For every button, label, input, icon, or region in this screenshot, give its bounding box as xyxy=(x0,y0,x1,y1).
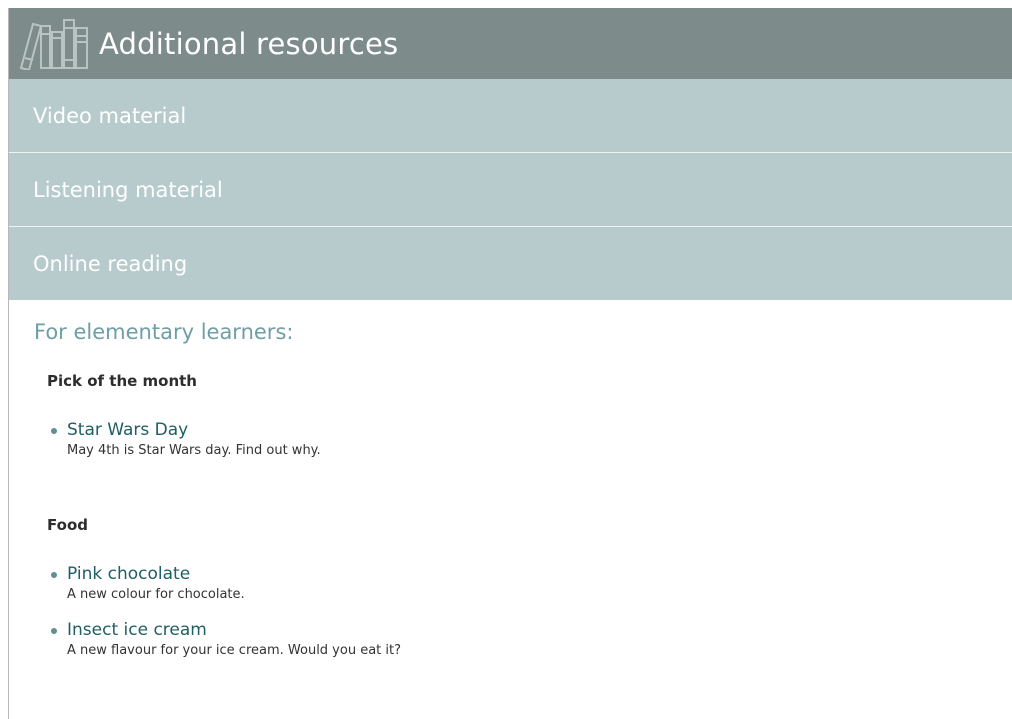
section-food: Food Pink chocolate A new colour for cho… xyxy=(47,516,1012,660)
bullet-icon xyxy=(51,572,57,578)
resource-link-insect-ice-cream[interactable]: Insect ice cream xyxy=(67,618,1012,642)
accordion-online-reading[interactable]: Online reading xyxy=(9,227,1012,300)
list-item: Pink chocolate A new colour for chocolat… xyxy=(47,562,1012,604)
accordion-label: Video material xyxy=(33,103,187,128)
resource-description: A new colour for chocolate. xyxy=(67,587,245,602)
online-reading-content: For elementary learners: Pick of the mon… xyxy=(9,300,1012,660)
level-heading: For elementary learners: xyxy=(34,320,294,344)
section-pick-of-the-month: Pick of the month Star Wars Day May 4th … xyxy=(47,372,1012,460)
resource-link-pink-chocolate[interactable]: Pink chocolate xyxy=(67,562,1012,586)
resources-panel: Additional resources Video material List… xyxy=(8,8,1012,719)
resource-description: May 4th is Star Wars day. Find out why. xyxy=(67,443,321,458)
bullet-icon xyxy=(51,428,57,434)
books-icon xyxy=(19,18,91,70)
resource-list: Pink chocolate A new colour for chocolat… xyxy=(47,562,1012,660)
accordion-video-material[interactable]: Video material xyxy=(9,79,1012,152)
resource-link-star-wars-day[interactable]: Star Wars Day xyxy=(67,418,1012,442)
accordion-label: Online reading xyxy=(33,251,188,276)
accordion-label: Listening material xyxy=(33,177,223,202)
resource-description: A new flavour for your ice cream. Would … xyxy=(67,643,402,658)
list-item: Star Wars Day May 4th is Star Wars day. … xyxy=(47,418,1012,460)
page-top-margin xyxy=(0,0,1012,8)
section-heading: Pick of the month xyxy=(47,372,197,390)
list-item: Insect ice cream A new flavour for your … xyxy=(47,618,1012,660)
resource-list: Star Wars Day May 4th is Star Wars day. … xyxy=(47,418,1012,460)
bullet-icon xyxy=(51,628,57,634)
accordion-listening-material[interactable]: Listening material xyxy=(9,153,1012,226)
panel-header: Additional resources xyxy=(9,8,1012,79)
section-heading: Food xyxy=(47,516,88,534)
page-title: Additional resources xyxy=(99,26,399,61)
